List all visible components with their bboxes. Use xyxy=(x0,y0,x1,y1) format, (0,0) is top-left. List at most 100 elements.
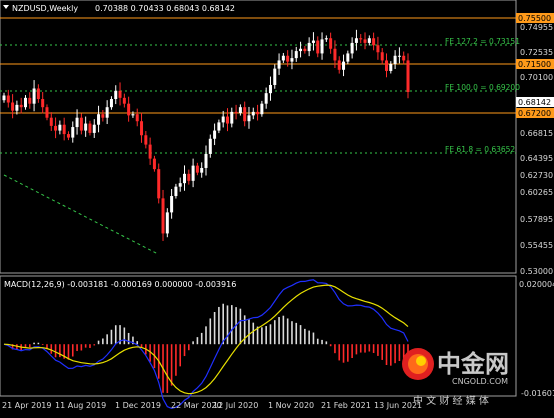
candle-body xyxy=(286,55,290,62)
price-tag-support: 0.67200 xyxy=(518,109,551,118)
chart-canvas[interactable]: NZDUSD,Weekly 0.70388 0.70433 0.68043 0.… xyxy=(0,0,554,414)
candle-body xyxy=(45,107,49,118)
candle-body xyxy=(243,107,247,122)
candle-body xyxy=(385,60,389,71)
price-tick: 0.55455 xyxy=(520,241,553,250)
candle-body xyxy=(152,158,156,170)
candle-body xyxy=(303,48,307,52)
candle-body xyxy=(389,63,393,71)
watermark-slogan: 中 文 财 经 媒 体 xyxy=(413,394,489,407)
candle-body xyxy=(350,42,354,54)
price-tick: 0.72535 xyxy=(520,48,553,57)
price-tag-resistance-top: 0.75500 xyxy=(518,14,551,23)
candle-body xyxy=(170,196,174,213)
candle-body xyxy=(127,103,131,116)
fib-label-618: FE 61.8 = 0.63652 xyxy=(445,145,515,154)
candle-body xyxy=(71,127,75,138)
candle-body xyxy=(251,111,255,116)
candle-body xyxy=(36,88,40,100)
candle-body xyxy=(161,198,165,234)
candle-body xyxy=(260,103,264,115)
fib-label-127: FE 127.2 = 0.73151 xyxy=(445,37,520,46)
candle-body xyxy=(281,55,285,61)
date-tick: 1 Dec 2019 xyxy=(115,401,161,410)
candle-body xyxy=(342,61,346,70)
price-tick: 0.74955 xyxy=(520,23,553,32)
candle-body xyxy=(217,122,221,131)
candle-body xyxy=(183,173,187,184)
chart-window[interactable]: NZDUSD,Weekly 0.70388 0.70433 0.68043 0.… xyxy=(0,0,554,414)
candle-body xyxy=(118,90,122,98)
macd-axis-top: 0.020004 xyxy=(519,280,554,289)
candle-body xyxy=(148,144,152,159)
candle-body xyxy=(114,90,118,100)
candle-body xyxy=(402,55,406,61)
candle-body xyxy=(397,55,401,57)
candle-body xyxy=(79,117,83,131)
candle-body xyxy=(62,124,66,135)
candle-body xyxy=(367,38,371,43)
candle-body xyxy=(200,167,204,173)
candle-body xyxy=(311,40,315,43)
price-axis: 0.74955 0.72535 0.70100 0.66815 0.64395 … xyxy=(516,13,554,276)
candle-body xyxy=(221,116,225,123)
candle-body xyxy=(19,104,23,108)
candle-body xyxy=(299,48,303,52)
price-tag-resistance-mid: 0.71500 xyxy=(518,60,551,69)
ohlc-readout: 0.70388 0.70433 0.68043 0.68142 xyxy=(95,4,235,13)
candle-body xyxy=(294,51,298,59)
candle-body xyxy=(354,38,358,43)
candle-body xyxy=(32,88,36,104)
price-tick: 0.66815 xyxy=(520,129,553,138)
candle-body xyxy=(329,38,333,49)
candle-body xyxy=(135,114,139,122)
candle-body xyxy=(191,165,195,181)
candle-body xyxy=(174,186,178,197)
candle-body xyxy=(376,45,380,53)
candle-body xyxy=(372,38,376,46)
candle-body xyxy=(122,97,126,104)
date-axis: 21 Apr 2019 11 Aug 2019 1 Dec 2019 22 Ma… xyxy=(2,401,422,410)
watermark-brand-en: CNGOLD.COM xyxy=(452,377,508,386)
cngold-logo-icon xyxy=(402,348,434,380)
candle-body xyxy=(11,102,15,111)
candle-body xyxy=(277,60,281,69)
candle-body xyxy=(273,68,277,85)
date-tick: 12 Jul 2020 xyxy=(213,401,258,410)
candle-body xyxy=(187,173,191,181)
candle-body xyxy=(337,60,341,70)
watermark-brand-cn: 中金网 xyxy=(437,350,509,378)
candle-body xyxy=(316,40,320,54)
candle-body xyxy=(92,124,96,133)
price-panel xyxy=(0,0,517,274)
candle-body xyxy=(105,107,109,118)
candle-body xyxy=(97,114,101,125)
candle-body xyxy=(208,138,212,154)
candle-body xyxy=(131,114,135,116)
candle-body xyxy=(66,134,70,138)
candle-body xyxy=(230,111,234,124)
candle-body xyxy=(2,95,6,101)
price-tick: 0.62730 xyxy=(520,171,553,180)
candle-body xyxy=(225,116,229,124)
candle-body xyxy=(178,183,182,187)
candle-body xyxy=(165,212,169,234)
candle-body xyxy=(15,104,19,111)
candle-body xyxy=(58,124,62,131)
candle-body xyxy=(144,135,148,145)
candle-body xyxy=(346,53,350,62)
date-tick: 21 Apr 2019 xyxy=(2,401,51,410)
price-tick: 0.53000 xyxy=(520,267,553,276)
candle-body xyxy=(28,97,32,104)
date-tick: 1 Nov 2020 xyxy=(268,401,314,410)
candle-body xyxy=(54,125,58,131)
candle-body xyxy=(307,42,311,52)
candle-body xyxy=(140,121,144,136)
date-tick: 11 Aug 2019 xyxy=(55,401,106,410)
candle-body xyxy=(195,165,199,173)
candle-body xyxy=(23,97,27,108)
macd-label: MACD(12,26,9) -0.003181 -0.000169 0.0000… xyxy=(4,280,236,289)
price-tick: 0.64395 xyxy=(520,154,553,163)
macd-axis-bottom: -0.016013 xyxy=(521,389,554,398)
candle-body xyxy=(238,107,242,114)
